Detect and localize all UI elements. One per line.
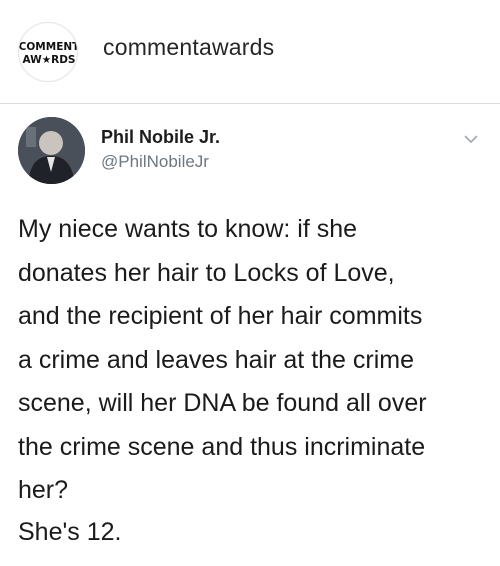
logo-top-text: COMMENT: [19, 41, 78, 53]
logo-graphic: COMMENT AW★RDS: [19, 41, 78, 66]
tweet-line: her?: [18, 476, 69, 504]
tweet-author-handle[interactable]: @PhilNobileJr: [101, 152, 209, 172]
tweet-line: and the recipient of her hair commits: [18, 302, 423, 330]
profile-photo[interactable]: [18, 117, 85, 184]
profile-photo-graphic: [18, 117, 85, 184]
tweet-line: the crime scene and thus incriminate: [18, 432, 426, 461]
tweet-line: a crime and leaves hair at the crime: [18, 345, 415, 374]
tweet-body: My niece wants to know: if she donates h…: [18, 208, 488, 513]
account-username[interactable]: commentawards: [103, 34, 274, 61]
tweet-author-name[interactable]: Phil Nobile Jr.: [101, 127, 220, 148]
tweet-followup: She's 12.: [18, 518, 122, 546]
tweet-line: scene, will her DNA be found all over: [18, 389, 427, 417]
post-header: COMMENT AW★RDS commentawards: [0, 0, 500, 104]
chevron-down-icon[interactable]: [464, 134, 478, 144]
tweet-line: donates her hair to Locks of Love,: [18, 258, 395, 287]
tweet-line: My niece wants to know: if she: [18, 215, 358, 243]
comment-awards-logo-icon[interactable]: COMMENT AW★RDS: [18, 22, 78, 82]
logo-bottom-text: AW★RDS: [22, 54, 75, 66]
